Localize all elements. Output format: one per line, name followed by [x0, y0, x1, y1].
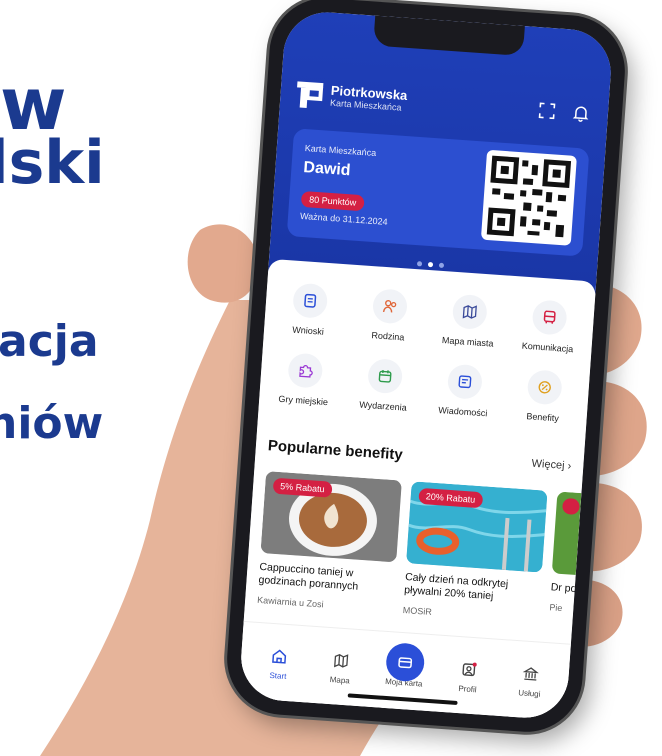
app-logo-icon [297, 81, 324, 109]
service-label: Gry miejskie [278, 393, 329, 408]
tab-start[interactable]: Start [250, 647, 308, 683]
discount-icon [538, 381, 551, 394]
service-wnioski[interactable]: Wnioski [268, 281, 351, 338]
message-icon [458, 375, 472, 389]
tab-label: Profil [458, 684, 477, 695]
calendar-icon [378, 369, 392, 383]
qr-code-icon[interactable] [480, 149, 577, 246]
service-rodzina[interactable]: Rodzina [348, 287, 431, 344]
phone-screen: Piotrkowska Karta Mieszkańca Karta Miesz… [238, 9, 614, 721]
phone-frame: Piotrkowska Karta Mieszkańca Karta Miesz… [223, 0, 629, 736]
benefit-card[interactable]: Dr po Pie [549, 491, 582, 621]
bank-icon [522, 667, 539, 681]
tab-moja-karta[interactable]: Moja karta [376, 641, 434, 689]
document-icon [304, 293, 317, 308]
tab-label: Usługi [517, 688, 541, 699]
card-holder-name: Dawid [302, 158, 352, 180]
service-wiadomosci[interactable]: Wiadomości [423, 362, 506, 419]
map-icon [462, 305, 477, 319]
tab-label: Mapa [329, 675, 351, 686]
service-mapa-miasta[interactable]: Mapa miasta [427, 292, 510, 349]
benefits-header: Popularne benefity Więcej › [267, 437, 572, 478]
benefits-carousel[interactable]: 5% Rabatu Cappuccino taniej w godzinach … [256, 471, 582, 633]
home-icon [272, 649, 287, 664]
map-icon [334, 653, 349, 668]
profile-icon [462, 662, 477, 677]
points-badge: 80 Punktów [300, 190, 365, 212]
bus-icon [543, 310, 556, 324]
tab-profil[interactable]: Profil [439, 660, 497, 696]
bell-icon[interactable] [571, 104, 590, 123]
home-indicator [347, 693, 458, 706]
service-wydarzenia[interactable]: Wydarzenia [343, 356, 426, 413]
more-link[interactable]: Więcej › [531, 458, 571, 473]
app-header: Piotrkowska Karta Mieszkańca [294, 78, 595, 129]
card-label: Karta Mieszkańca [304, 143, 377, 158]
service-label: Wiadomości [438, 404, 488, 419]
service-label: Rodzina [371, 330, 405, 343]
family-icon [382, 300, 397, 313]
card-icon [398, 657, 413, 669]
benefit-title: Dr po [550, 581, 577, 596]
benefit-card[interactable]: 20% Rabatu Cały dzień na odkrytej pływal… [403, 481, 548, 624]
benefit-image: 5% Rabatu [260, 471, 402, 563]
benefit-title: Cały dzień na odkrytej pływalni 20% tani… [403, 571, 509, 603]
service-label: Komunikacja [521, 340, 574, 355]
carousel-dots [416, 253, 453, 269]
discount-badge [561, 497, 580, 515]
service-benefity[interactable]: Benefity [502, 368, 585, 425]
more-label: Więcej [531, 457, 565, 472]
card-validity: Ważna do 31.12.2024 [299, 210, 388, 227]
services-grid: Wnioski Rodzina Mapa miasta Komunikacja … [263, 281, 591, 425]
carousel-dot[interactable] [438, 262, 445, 269]
tab-mapa[interactable]: Mapa [312, 651, 370, 687]
benefit-provider: Pie [549, 602, 563, 614]
carousel-dot-active[interactable] [427, 261, 434, 268]
service-komunikacja[interactable]: Komunikacja [507, 298, 590, 355]
puzzle-icon [299, 364, 313, 378]
benefit-title: Cappuccino taniej w godzinach porannych [258, 560, 359, 593]
benefits-title: Popularne benefity [267, 437, 404, 464]
benefit-image [551, 491, 582, 583]
service-gry-miejskie[interactable]: Gry miejskie [263, 351, 346, 408]
service-label: Benefity [526, 411, 560, 424]
tab-uslugi[interactable]: Usługi [501, 664, 559, 700]
scan-icon[interactable] [537, 101, 556, 120]
benefit-image: 20% Rabatu [406, 481, 548, 573]
benefit-card[interactable]: 5% Rabatu Cappuccino taniej w godzinach … [257, 471, 402, 614]
carousel-dot[interactable] [416, 261, 423, 267]
service-label: Wnioski [292, 324, 325, 337]
tab-label: Start [269, 670, 287, 682]
benefit-provider: Kawiarnia u Zosi [256, 594, 324, 610]
service-label: Mapa miasta [441, 335, 494, 349]
service-label: Wydarzenia [359, 399, 408, 413]
header-area: Piotrkowska Karta Mieszkańca Karta Miesz… [268, 9, 614, 294]
benefit-provider: MOSiR [402, 604, 433, 617]
resident-card[interactable]: Karta Mieszkańca Dawid 80 Punktów Ważna … [286, 128, 590, 257]
chevron-right-icon: › [567, 460, 572, 473]
